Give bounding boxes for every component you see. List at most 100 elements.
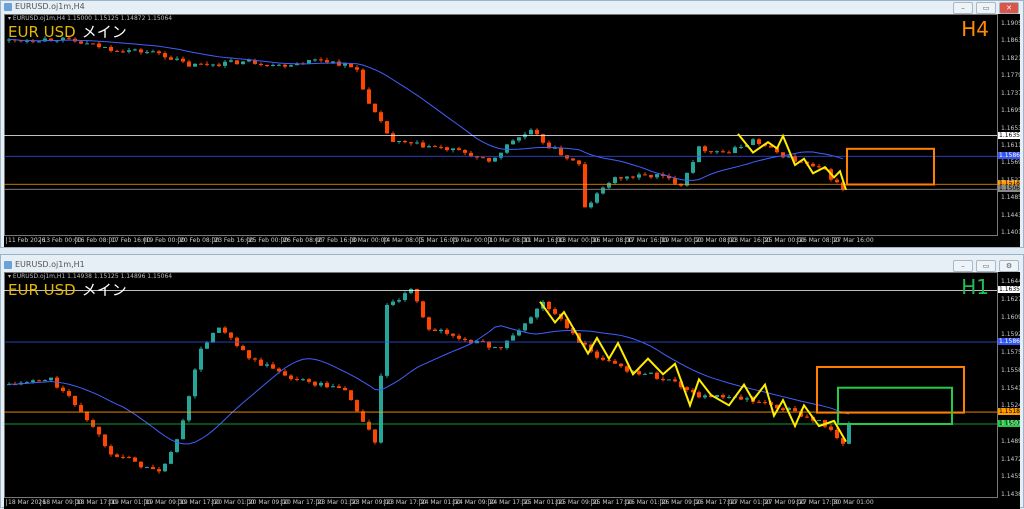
candle	[817, 420, 821, 422]
price-axis-tick: 1.15240	[1001, 402, 1020, 410]
candle	[145, 52, 149, 54]
candle	[427, 146, 431, 148]
close-button[interactable]: ✕	[999, 2, 1019, 14]
window-titlebar[interactable]: EURUSD.oj1m,H1 – ▭ ⚙	[1, 259, 1023, 272]
price-chart[interactable]: 1.163581.158611.151851.150641.190501.186…	[4, 14, 1020, 247]
candle	[217, 64, 221, 66]
candle	[175, 439, 179, 453]
candle	[625, 366, 629, 372]
candle	[427, 317, 431, 330]
candle	[397, 141, 401, 143]
candle	[331, 61, 335, 63]
rectangle-zone[interactable]	[846, 147, 935, 186]
candle	[91, 43, 95, 45]
candle	[289, 375, 293, 380]
candle	[121, 456, 125, 458]
candle	[157, 51, 161, 54]
settings-button[interactable]: ⚙	[999, 260, 1019, 272]
candle	[655, 372, 659, 379]
main-label: メイン	[81, 281, 127, 299]
candle	[307, 379, 311, 382]
plot-border	[4, 14, 998, 236]
candle	[415, 142, 419, 144]
minimize-button[interactable]: –	[953, 260, 973, 272]
candle	[445, 147, 449, 151]
candle	[631, 176, 635, 178]
price-axis-tick: 1.18210	[1001, 54, 1020, 62]
candle	[343, 63, 347, 66]
candle	[757, 401, 761, 403]
candle	[697, 392, 701, 398]
candle	[367, 421, 371, 430]
candle	[715, 151, 719, 153]
candle	[481, 157, 485, 159]
candle	[667, 379, 671, 381]
candle	[589, 202, 593, 208]
chart-canvas	[4, 14, 998, 236]
candle	[613, 360, 617, 364]
candle	[217, 327, 221, 333]
price-level-tag: 1.15861	[998, 338, 1020, 345]
candle	[529, 317, 533, 324]
candle	[139, 49, 143, 53]
candle	[511, 140, 515, 145]
candle	[229, 332, 233, 338]
candle	[793, 408, 797, 412]
candle	[847, 423, 851, 444]
candle	[727, 397, 731, 399]
time-axis-tick: 4 Mar 08:00	[384, 237, 423, 244]
candle	[361, 69, 365, 90]
candle	[325, 382, 329, 388]
price-axis-tick: 1.15070	[1001, 420, 1020, 427]
candle	[433, 146, 437, 148]
chart-window-h4[interactable]: EURUSD.oj1m,H4 –▭✕ 1.163581.158611.15185…	[0, 0, 1024, 248]
candle	[205, 63, 209, 65]
candle	[391, 301, 395, 305]
price-axis-tick: 1.14725	[1001, 455, 1020, 463]
candle	[685, 172, 689, 186]
candle	[181, 420, 185, 440]
time-axis-tick: 30 Mar 01:00	[831, 499, 874, 506]
candle	[97, 43, 101, 48]
candle	[253, 358, 257, 360]
candle	[583, 164, 587, 208]
price-chart[interactable]: 1.163581.158611.151851.150701.164401.162…	[4, 272, 1020, 509]
candle	[109, 446, 113, 455]
candle	[571, 158, 575, 161]
candle	[463, 149, 467, 153]
candle	[553, 309, 557, 314]
candle	[439, 329, 443, 332]
window-title: EURUSD.oj1m,H1	[15, 260, 85, 269]
candle	[169, 57, 173, 60]
window-title: EURUSD.oj1m,H4	[15, 2, 85, 11]
candle	[457, 335, 461, 339]
candle	[463, 338, 467, 341]
candle	[601, 187, 605, 194]
candle	[133, 457, 137, 462]
candle	[673, 178, 677, 184]
time-axis-tick: 5 Mar 16:00	[418, 237, 458, 244]
rectangle-zone[interactable]	[816, 365, 965, 414]
pair-label: EUR USD	[8, 23, 76, 41]
rectangle-zone[interactable]	[837, 386, 953, 425]
candle	[829, 426, 833, 430]
candle	[493, 157, 497, 162]
candle	[241, 61, 245, 65]
candle	[373, 429, 377, 443]
chart-window-h1[interactable]: EURUSD.oj1m,H1 –▭⚙ 1.163581.158611.15185…	[0, 254, 1024, 509]
window-titlebar[interactable]: EURUSD.oj1m,H4 – ▭ ✕	[1, 1, 1023, 14]
candle	[103, 434, 107, 447]
time-axis-tick: 27 Mar 16:00	[831, 237, 874, 244]
restore-button[interactable]: ▭	[976, 2, 996, 14]
zigzag-line	[539, 301, 847, 443]
candle	[721, 151, 725, 153]
candle	[127, 50, 131, 52]
candle	[193, 63, 197, 67]
restore-button[interactable]: ▭	[976, 260, 996, 272]
candle	[163, 53, 167, 58]
candle	[103, 46, 107, 48]
minimize-button[interactable]: –	[953, 2, 973, 14]
candle	[535, 308, 539, 318]
candle	[97, 426, 101, 435]
chart-label: EUR USD メイン	[8, 21, 127, 42]
